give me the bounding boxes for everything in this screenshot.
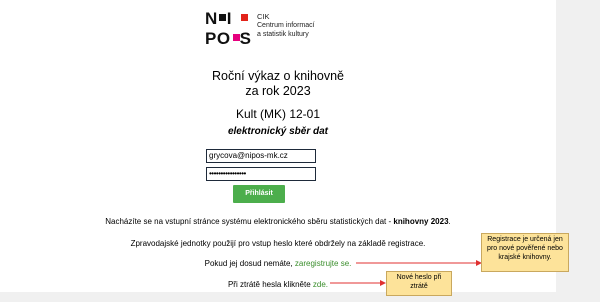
register-link[interactable]: zaregistrujte se. <box>295 259 351 268</box>
info-line-entry: Nacházíte se na vstupní stránce systému … <box>0 217 556 227</box>
info-bold: knihovny 2023 <box>393 217 449 226</box>
login-button[interactable]: Přihlásit <box>233 185 285 203</box>
note-line: ztrátě <box>410 283 428 290</box>
info-line-lost-password: Při ztrátě hesla klikněte zde. <box>0 280 556 290</box>
info-text: Nacházíte se na vstupní stránce systému … <box>105 217 394 226</box>
arrow-to-password-note-icon <box>330 280 386 286</box>
registration-note: Registrace je určená jen pro nové pověře… <box>481 233 569 272</box>
page-title: Roční výkaz o knihovně <box>211 69 344 83</box>
logo-brand-text: CIK Centrum informací a statistik kultur… <box>257 12 315 38</box>
register-text: Pokud jej dosud nemáte, <box>204 259 295 268</box>
page-margin-bottom <box>0 292 600 302</box>
lost-password-text: Při ztrátě hesla klikněte <box>227 280 313 289</box>
new-password-note: Nové heslo při ztrátě <box>386 271 452 296</box>
lost-password-link[interactable]: zde. <box>313 280 328 289</box>
note-line: pro nové pověřené nebo <box>487 245 563 252</box>
logo-square-icon <box>233 34 240 41</box>
info-text-end: . <box>448 217 451 226</box>
nipos-logo: NI PO S CIK Centrum informací a statistik… <box>205 8 315 50</box>
note-line: Nové heslo při <box>396 274 442 281</box>
page-subtitle: elektronický sběr dat <box>227 126 329 137</box>
page-title-year: za rok 2023 <box>245 84 311 98</box>
email-field[interactable]: grycova@nipos-mk.cz <box>206 149 316 163</box>
arrow-to-registration-note-icon <box>356 260 482 266</box>
logo-row-bottom: PO S <box>205 29 252 48</box>
password-field[interactable]: •••••••••••••••• <box>206 167 316 181</box>
note-line: krajské knihovny. <box>498 254 552 261</box>
note-line: Registrace je určená jen <box>487 236 563 243</box>
logo-square-icon <box>219 14 226 21</box>
form-code: Kult (MK) 12-01 <box>235 107 321 121</box>
info-line-password: Zpravodajské jednotky použijí pro vstup … <box>130 239 426 248</box>
logo-square-icon <box>241 14 248 21</box>
